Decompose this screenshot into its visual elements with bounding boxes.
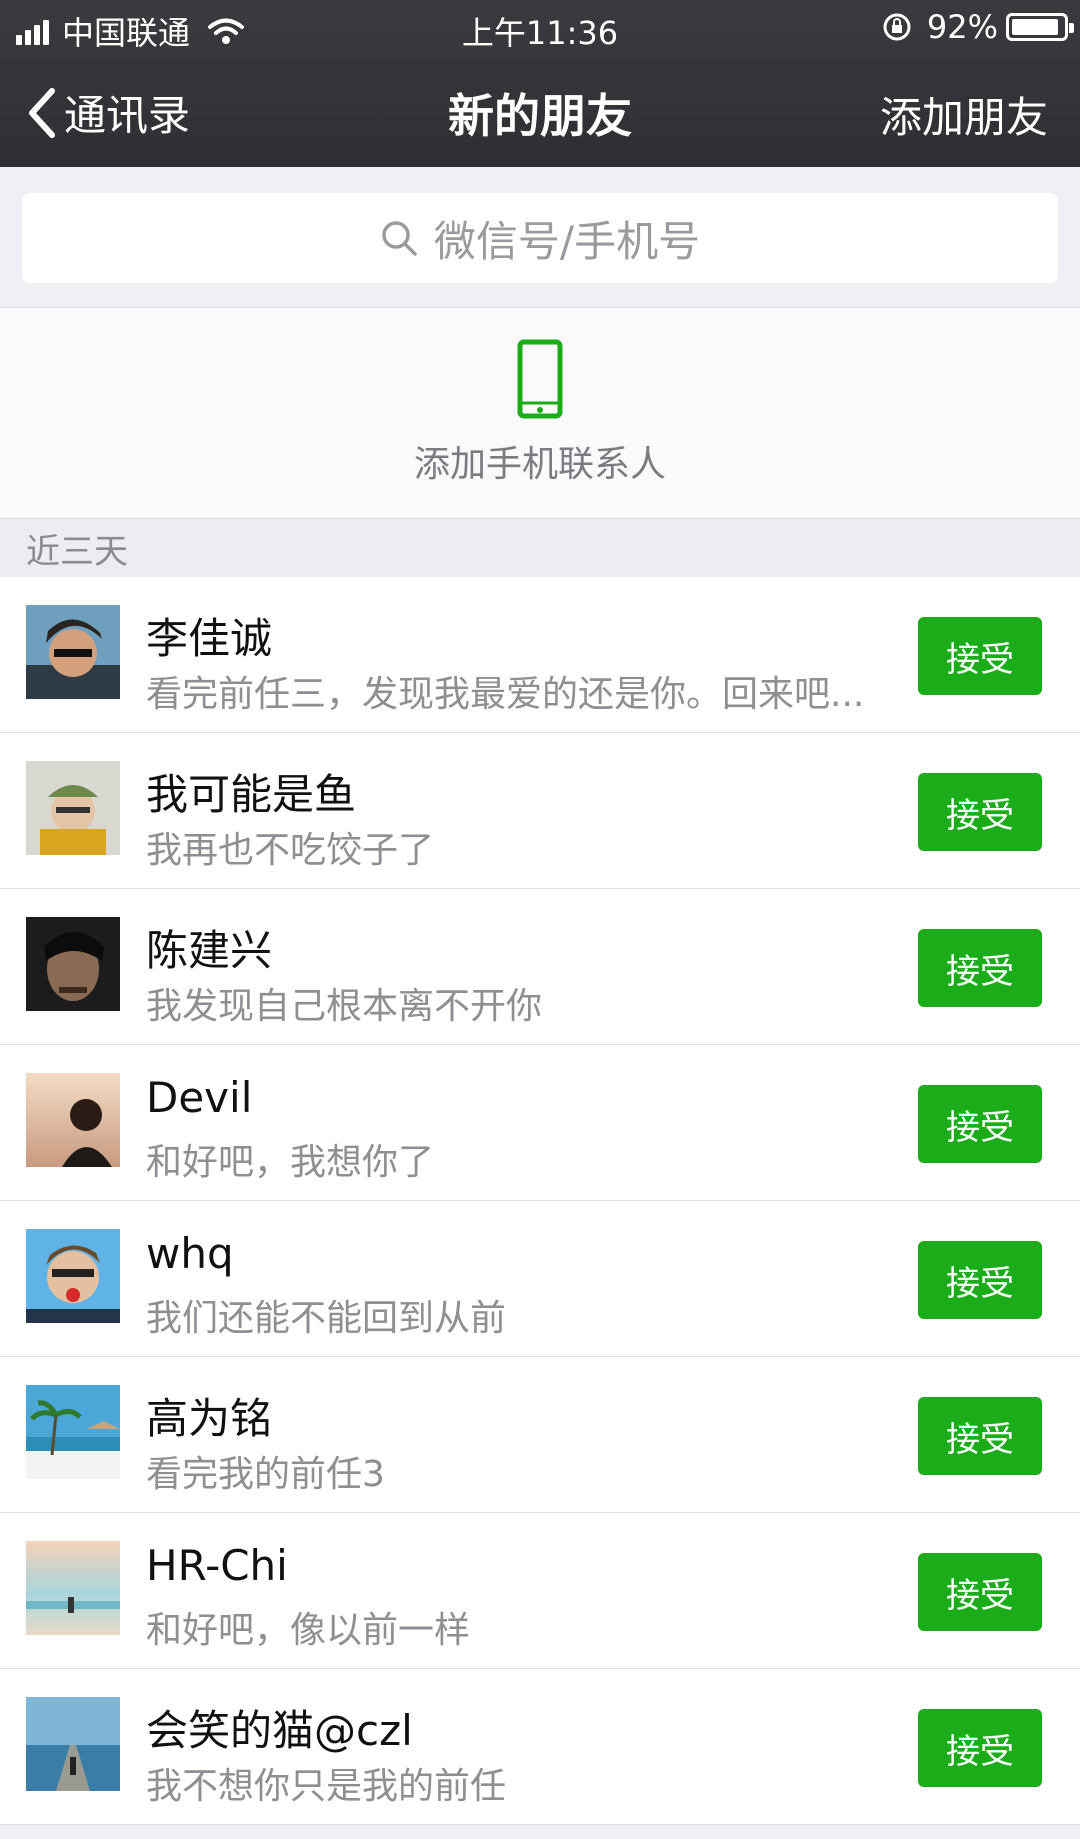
avatar	[26, 1697, 120, 1791]
avatar	[26, 917, 120, 1011]
nav-bar: 通讯录 新的朋友 添加朋友	[0, 54, 1080, 167]
back-button[interactable]: 通讯录	[24, 82, 190, 143]
request-name: whq	[146, 1229, 234, 1278]
phone-icon	[517, 339, 563, 419]
add-contacts-label: 添加手机联系人	[413, 444, 666, 485]
status-right: 92%	[881, 8, 1074, 46]
search-area: 微信号/手机号	[0, 167, 1080, 307]
request-message: 和好吧，像以前一样	[146, 1610, 471, 1651]
request-name: 高为铭	[146, 1394, 273, 1443]
request-message: 和好吧，我想你了	[146, 1142, 435, 1183]
avatar	[26, 761, 120, 855]
list-item[interactable]: HR-Chi 和好吧，像以前一样 接受	[0, 1513, 1080, 1669]
avatar	[26, 1229, 120, 1323]
list-item[interactable]: 我可能是鱼 我再也不吃饺子了 接受	[0, 733, 1080, 889]
list-item[interactable]: Devil 和好吧，我想你了 接受	[0, 1045, 1080, 1201]
request-name: Devil	[146, 1073, 253, 1122]
request-message: 我再也不吃饺子了	[146, 830, 435, 871]
avatar	[26, 1385, 120, 1479]
list-item[interactable]: 李佳诚 看完前任三，发现我最爱的还是你。回来吧... 接受	[0, 577, 1080, 733]
list-item[interactable]: 陈建兴 我发现自己根本离不开你 接受	[0, 889, 1080, 1045]
request-message: 我们还能不能回到从前	[146, 1298, 507, 1339]
request-message: 看完前任三，发现我最爱的还是你。回来吧...	[146, 674, 865, 715]
accept-button[interactable]: 接受	[918, 1709, 1042, 1787]
add-friend-button[interactable]: 添加朋友	[880, 84, 1048, 145]
accept-button[interactable]: 接受	[918, 929, 1042, 1007]
request-message: 看完我的前任3	[146, 1454, 385, 1495]
add-phone-contacts[interactable]: 添加手机联系人	[0, 307, 1080, 519]
search-placeholder: 微信号/手机号	[433, 216, 701, 266]
friend-request-list: 李佳诚 看完前任三，发现我最爱的还是你。回来吧... 接受 我可能是鱼 我再也不…	[0, 577, 1080, 1825]
request-name: 陈建兴	[146, 926, 273, 975]
search-input[interactable]: 微信号/手机号	[22, 193, 1058, 283]
request-message: 我发现自己根本离不开你	[146, 986, 543, 1027]
accept-button[interactable]: 接受	[918, 617, 1042, 695]
section-header: 近三天	[0, 519, 1080, 577]
request-name: 李佳诚	[146, 614, 273, 663]
orientation-lock-icon	[883, 13, 911, 41]
status-bar: 中国联通 上午11:36 92%	[0, 0, 1080, 54]
request-name: HR-Chi	[146, 1541, 288, 1590]
back-label: 通讯录	[64, 91, 191, 140]
list-item[interactable]: whq 我们还能不能回到从前 接受	[0, 1201, 1080, 1357]
avatar	[26, 1541, 120, 1635]
battery-percent: 92%	[926, 8, 998, 46]
list-item[interactable]: 高为铭 看完我的前任3 接受	[0, 1357, 1080, 1513]
battery-icon	[1006, 13, 1074, 41]
avatar	[26, 1073, 120, 1167]
accept-button[interactable]: 接受	[918, 1553, 1042, 1631]
accept-button[interactable]: 接受	[918, 1085, 1042, 1163]
list-item[interactable]: 会笑的猫@czl 我不想你只是我的前任 接受	[0, 1669, 1080, 1825]
request-name: 我可能是鱼	[146, 770, 357, 819]
request-name: 会笑的猫@czl	[146, 1706, 413, 1755]
search-icon	[382, 221, 417, 256]
accept-button[interactable]: 接受	[918, 1241, 1042, 1319]
accept-button[interactable]: 接受	[918, 773, 1042, 851]
header: 中国联通 上午11:36 92% 通讯录 新的朋友 添加朋友	[0, 0, 1080, 167]
request-message: 我不想你只是我的前任	[146, 1766, 507, 1807]
avatar	[26, 605, 120, 699]
accept-button[interactable]: 接受	[918, 1397, 1042, 1475]
chevron-left-icon	[29, 87, 55, 138]
